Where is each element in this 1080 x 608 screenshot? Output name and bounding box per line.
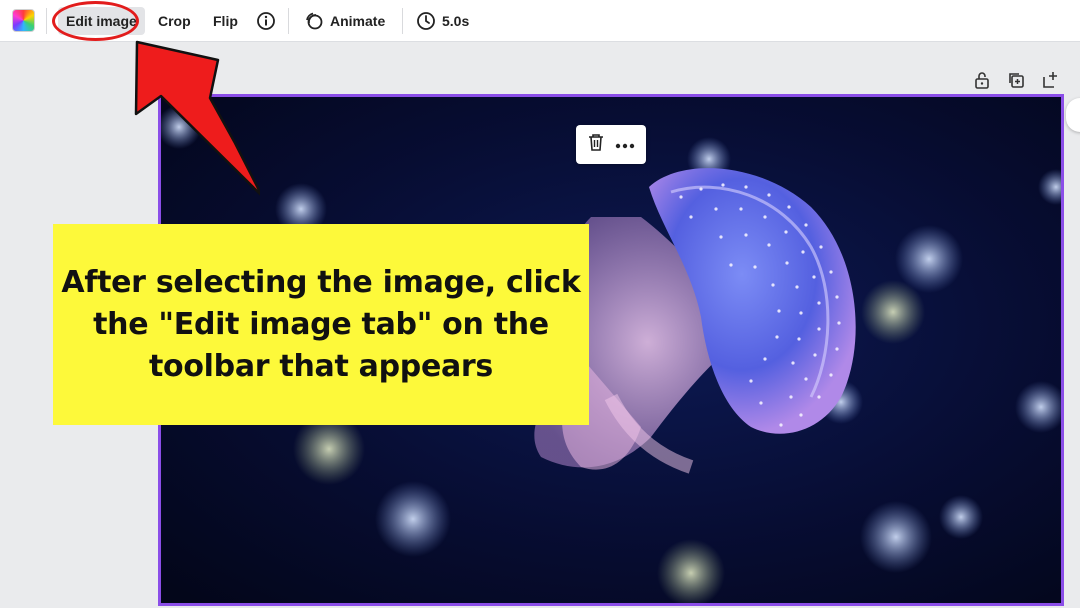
info-button[interactable] [248, 7, 284, 35]
flip-button[interactable]: Flip [205, 7, 246, 35]
crop-button[interactable]: Crop [150, 7, 199, 35]
animate-icon [304, 11, 324, 31]
animate-button[interactable]: Animate [296, 7, 393, 35]
floating-image-menu [576, 125, 646, 164]
duration-label: 5.0s [442, 13, 470, 29]
annotation-arrow [134, 40, 260, 196]
toolbar-divider [402, 8, 403, 34]
annotation-highlight-ellipse [52, 1, 139, 41]
page-actions [972, 70, 1060, 90]
animate-label: Animate [330, 13, 386, 29]
trash-icon[interactable] [587, 132, 605, 157]
callout-text: After selecting the image, click the "Ed… [61, 264, 581, 384]
instruction-callout: After selecting the image, click the "Ed… [53, 224, 589, 425]
more-icon[interactable] [615, 136, 635, 154]
editor-toolbar: Edit image Crop Flip Animate 5.0s [0, 0, 1080, 42]
side-rotate-handle[interactable] [1066, 98, 1080, 132]
flip-label: Flip [213, 13, 238, 29]
toolbar-divider [288, 8, 289, 34]
color-picker-swatch[interactable] [12, 9, 35, 32]
info-icon [256, 11, 276, 31]
crop-label: Crop [158, 13, 191, 29]
add-page-icon[interactable] [1040, 70, 1060, 90]
toolbar-divider [46, 8, 47, 34]
duplicate-icon[interactable] [1006, 70, 1026, 90]
lock-icon[interactable] [972, 70, 992, 90]
clock-icon [416, 11, 436, 31]
duration-button[interactable]: 5.0s [408, 7, 477, 35]
